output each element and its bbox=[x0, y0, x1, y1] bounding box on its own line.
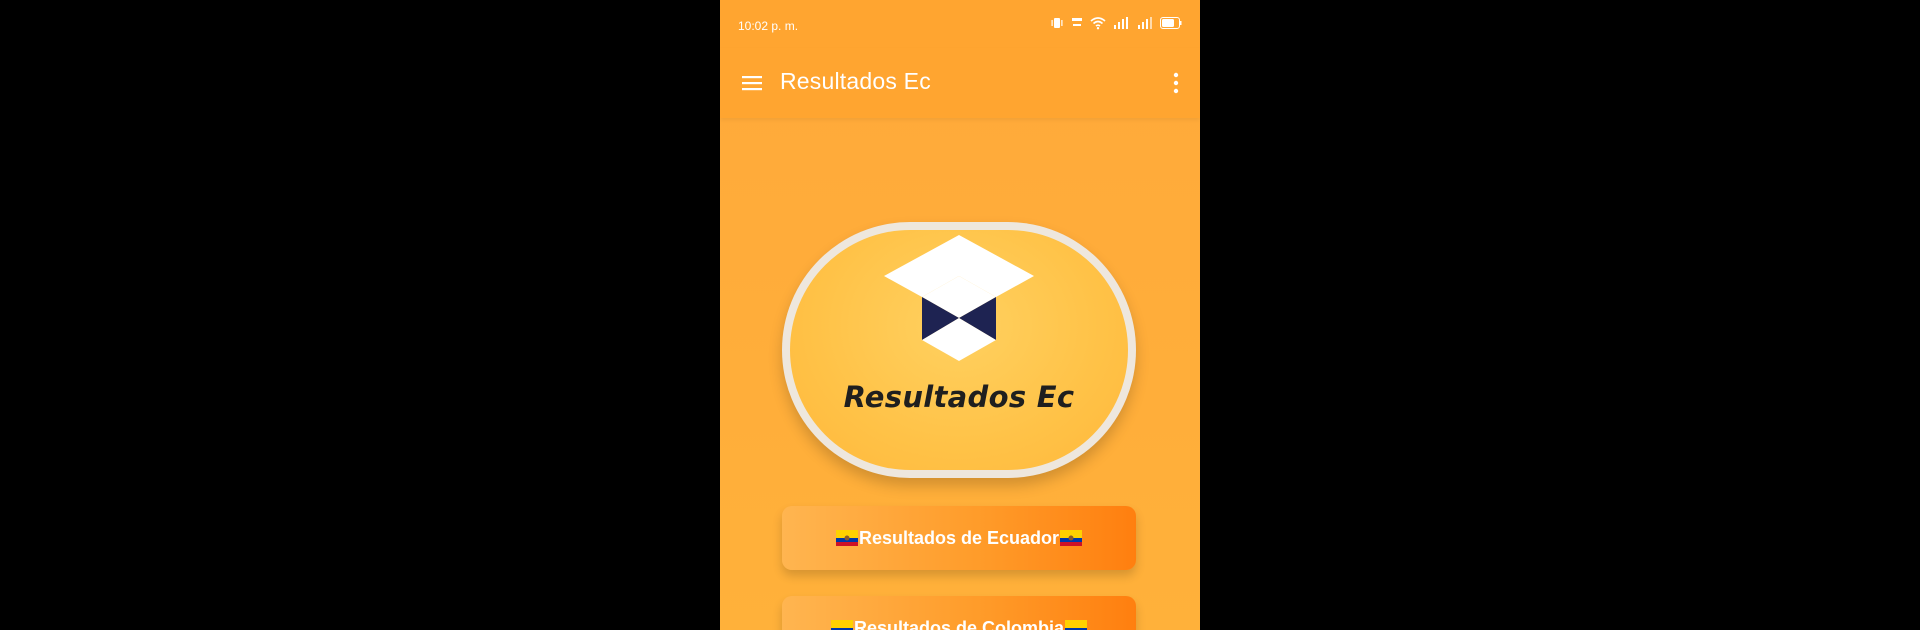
app-bar: Resultados Ec bbox=[720, 48, 1200, 118]
colombia-flag-icon bbox=[1065, 620, 1088, 630]
logo-mark-icon bbox=[884, 235, 1034, 361]
vibrate-icon bbox=[1050, 16, 1064, 33]
ecuador-results-label: Resultados de Ecuador bbox=[858, 527, 1060, 548]
ecuador-results-button[interactable]: Resultados de Ecuador bbox=[782, 506, 1136, 570]
menu-icon[interactable] bbox=[740, 71, 764, 95]
signal-icon-2 bbox=[1136, 16, 1154, 33]
status-icons bbox=[1050, 16, 1182, 33]
logo-inner: Resultados Ec bbox=[790, 230, 1128, 470]
colombia-results-label: Resultados de Colombia bbox=[853, 617, 1065, 630]
signal-icon bbox=[1112, 16, 1130, 33]
ecuador-flag-icon bbox=[1060, 530, 1083, 546]
logo-text: Resultados Ec bbox=[843, 380, 1075, 414]
colombia-flag-icon bbox=[830, 620, 853, 630]
logo-badge: Resultados Ec bbox=[782, 222, 1136, 478]
app-title: Resultados Ec bbox=[780, 68, 931, 94]
status-bar: 10:02 p. m. bbox=[720, 0, 1200, 48]
phone-screen: 10:02 p. m. Resultados Ec Resultados Ec … bbox=[720, 0, 1200, 630]
data-speed-icon bbox=[1070, 16, 1084, 33]
battery-icon bbox=[1160, 17, 1182, 32]
wifi-icon bbox=[1090, 16, 1106, 33]
more-vert-icon[interactable] bbox=[1164, 70, 1188, 96]
ecuador-flag-icon bbox=[835, 530, 858, 546]
colombia-results-button[interactable]: Resultados de Colombia bbox=[782, 596, 1136, 630]
status-time: 10:02 p. m. bbox=[738, 19, 799, 33]
